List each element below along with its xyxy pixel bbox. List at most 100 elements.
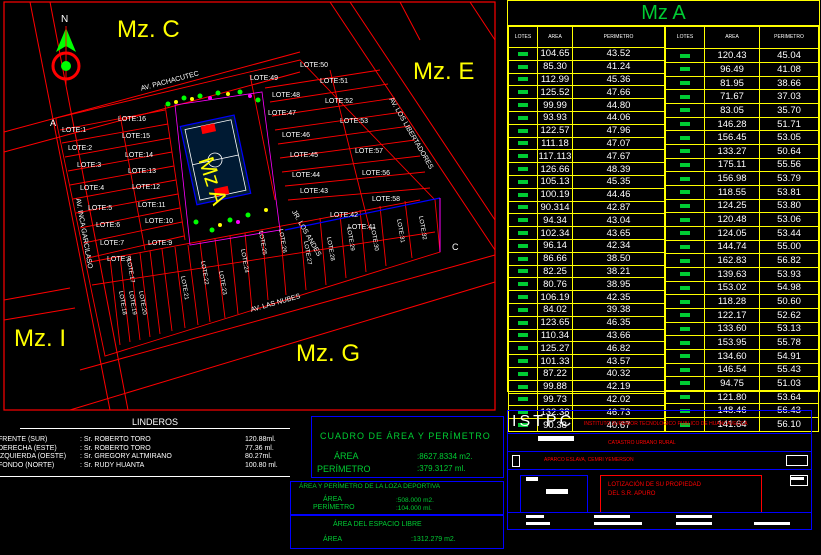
area-cell: 104.65 xyxy=(537,47,573,61)
lot-table-right: LOTES AREA PERIMETRO 120.43 45.04 96.49 41.… xyxy=(665,25,819,432)
area-cell: 123.65 xyxy=(537,315,573,330)
col-lotes: LOTES xyxy=(508,26,538,48)
lote-marker-icon xyxy=(680,395,690,400)
table-row: 90.314 42.87 xyxy=(508,200,665,215)
lote-label: LOTE:52 xyxy=(325,98,354,105)
lote-marker-icon xyxy=(518,346,528,351)
perimetro-cell: 42.87 xyxy=(572,200,665,215)
area-cell: 121.80 xyxy=(704,389,760,405)
lote-label: LOTE:44 xyxy=(292,172,321,179)
table-row: 112.99 45.36 xyxy=(508,72,665,87)
lote-label: LOTE:2 xyxy=(68,145,93,152)
lote-marker-icon xyxy=(680,94,690,99)
lote-cell xyxy=(665,144,705,159)
lote-cell xyxy=(665,103,705,118)
lote-marker-icon xyxy=(680,244,690,249)
table-row: 104.65 43.52 xyxy=(508,47,665,61)
area-cell: 156.45 xyxy=(704,130,760,145)
loza-title: ÁREA Y PERÍMETRO DE LA LOZA DEPORTIVA xyxy=(299,483,441,490)
lindero-length: 120.88ml. xyxy=(245,436,276,443)
cuadro-title: CUADRO DE ÁREA Y PERÍMETRO xyxy=(320,431,491,441)
north-arrow-icon xyxy=(51,26,81,86)
lote-cell xyxy=(665,212,705,227)
lote-cell xyxy=(665,280,705,296)
perimetro-cell: 43.57 xyxy=(572,354,665,368)
lote-cell xyxy=(665,130,705,145)
lote-marker-icon xyxy=(680,340,690,345)
lindero-length: 80.27ml. xyxy=(245,453,272,460)
col-area: AREA xyxy=(537,26,573,48)
lote-marker-icon xyxy=(680,231,690,236)
perimetro-cell: 44.80 xyxy=(572,98,665,112)
lote-marker-icon xyxy=(518,103,528,108)
lindero-neighbor: : Sr. GREGORY ALTMIRANO xyxy=(80,453,172,460)
lote-marker-icon xyxy=(518,128,528,133)
table-row: 126.66 48.39 xyxy=(508,162,665,176)
lote-label: LOTE:1 xyxy=(62,127,87,134)
perimetro-cell: 43.04 xyxy=(572,213,665,228)
lote-marker-icon xyxy=(680,122,690,126)
table-row: 146.54 55.43 xyxy=(665,362,819,378)
perimetro-cell: 47.07 xyxy=(572,136,665,151)
perimetro-cell: 53.06 xyxy=(759,212,819,227)
table-row: 100.19 44.46 xyxy=(508,187,665,202)
perimetro-cell: 52.62 xyxy=(759,307,819,323)
table-row: 175.11 55.56 xyxy=(665,157,819,173)
table-row: 94.34 43.04 xyxy=(508,213,665,228)
area-cell: 134.60 xyxy=(704,348,760,364)
libre-panel: ÁREA DEL ESPACIO LIBRE ÁREA :1312.279 m2… xyxy=(290,515,504,549)
lote-marker-icon xyxy=(680,135,690,140)
table-row: 153.95 55.78 xyxy=(665,335,819,350)
lindero-neighbor: : Sr. ROBERTO TORO xyxy=(80,444,151,452)
lote-marker-icon xyxy=(680,203,690,208)
perimetro-cell: 53.05 xyxy=(759,130,819,145)
lote-cell xyxy=(665,89,705,105)
table-row: 105.13 45.35 xyxy=(508,174,665,189)
lote-cell xyxy=(665,348,705,364)
lote-marker-icon xyxy=(680,176,690,181)
perimetro-cell: 55.00 xyxy=(759,239,819,255)
lote-marker-icon xyxy=(680,381,690,386)
lote-cell xyxy=(508,123,538,138)
table-row: 81.95 38.66 xyxy=(665,75,819,91)
table-row: 134.60 54.91 xyxy=(665,348,819,364)
table-row: 85.30 41.24 xyxy=(508,59,665,74)
lote-cell xyxy=(508,290,538,304)
perimetro-cell: 45.36 xyxy=(572,72,665,87)
lote-label: LOTE:42 xyxy=(330,212,359,219)
perimetro-cell: 45.35 xyxy=(572,174,665,189)
perimetro-cell: 38.50 xyxy=(572,251,665,266)
lindero-row: IZQUIERDA (OESTE): Sr. GREGORY ALTMIRANO… xyxy=(0,453,290,462)
table-row: 133.27 50.64 xyxy=(665,144,819,159)
lote-marker-icon xyxy=(518,333,528,338)
lote-label: LOTE:7 xyxy=(100,240,125,247)
lote-cell xyxy=(665,376,705,391)
table-row: 99.99 44.80 xyxy=(508,98,665,112)
lote-marker-icon xyxy=(518,64,528,69)
perimetro-cell: 38.95 xyxy=(572,277,665,292)
lote-marker-icon xyxy=(680,354,690,359)
table-row: 122.17 52.62 xyxy=(665,307,819,323)
area-cell: 80.76 xyxy=(537,277,573,292)
perimetro-cell: 48.39 xyxy=(572,162,665,176)
perimetro-cell: 43.65 xyxy=(572,226,665,240)
lote-cell xyxy=(665,225,705,241)
col-perimetro: PERIMETRO xyxy=(572,26,665,48)
author-name: APARCO ESLAVA, CEMRI YEMERSON xyxy=(544,457,634,463)
table-row: 124.25 53.80 xyxy=(665,198,819,214)
perimetro-cell: 50.64 xyxy=(759,144,819,159)
area-cell: 94.75 xyxy=(704,376,760,391)
area-cell: 156.98 xyxy=(704,171,760,186)
lote-cell xyxy=(665,171,705,186)
table-row: 80.76 38.95 xyxy=(508,277,665,292)
lote-cell xyxy=(508,72,538,87)
perimetro-cell: 53.64 xyxy=(759,389,819,405)
lote-marker-icon xyxy=(680,313,690,318)
north-label: N xyxy=(61,14,69,25)
lote-marker-icon xyxy=(518,192,528,197)
lote-cell xyxy=(665,307,705,323)
lote-marker-icon xyxy=(518,282,528,287)
lote-marker-icon xyxy=(518,269,528,274)
lote-marker-icon xyxy=(518,115,528,120)
area-cell: 133.60 xyxy=(704,321,760,337)
